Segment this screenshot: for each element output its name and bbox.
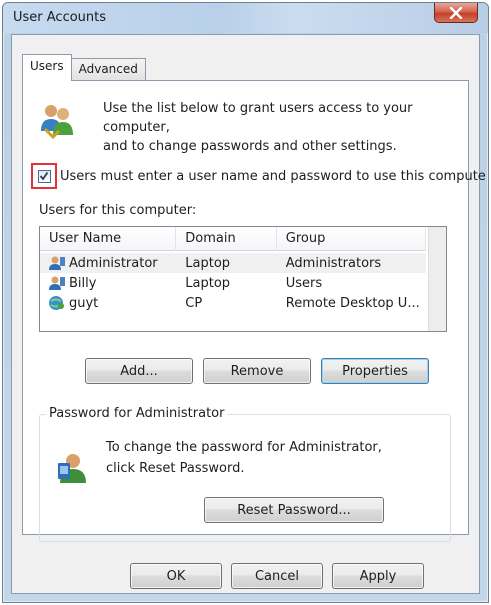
reset-password-button[interactable]: Reset Password... (204, 497, 384, 523)
checkbox-highlight (31, 163, 57, 189)
dialog-body: Users Advanced Use the list below to gra… (11, 34, 486, 594)
remove-user-button[interactable]: Remove (203, 358, 311, 384)
column-domain[interactable]: Domain (176, 227, 277, 251)
user-group: Administrators (285, 255, 382, 271)
user-password-icon (58, 454, 86, 483)
network-user-icon (49, 296, 64, 310)
tab-strip: Users Advanced (22, 54, 146, 81)
add-user-button[interactable]: Add... (85, 358, 193, 384)
cancel-button[interactable]: Cancel (231, 563, 323, 589)
user-name: Billy (69, 275, 97, 291)
user-name: Administrator (69, 255, 158, 271)
must-login-row: Users must enter a user name and passwor… (31, 163, 486, 189)
users-list-header: User Name Domain Group (40, 227, 426, 251)
properties-button[interactable]: Properties (321, 358, 429, 384)
cell-user-name: Administrator (40, 255, 176, 271)
apply-button[interactable]: Apply (332, 563, 424, 589)
table-row[interactable]: Administrator Laptop Administrators (40, 253, 426, 273)
user-name: guyt (69, 295, 99, 311)
user-icon (49, 276, 65, 290)
password-groupbox: Password for Administrator To change the… (39, 406, 451, 542)
password-instructions: To change the password for Administrator… (106, 440, 382, 476)
user-group: Remote Desktop U... (285, 295, 420, 311)
list-scrollbar[interactable] (428, 227, 446, 331)
user-accounts-window: User Accounts Users Advanced Use the lis… (2, 2, 489, 603)
tab-advanced[interactable]: Advanced (70, 58, 146, 81)
title-bar[interactable]: User Accounts (3, 3, 488, 33)
table-row[interactable]: guyt CP Remote Desktop U... (40, 293, 426, 313)
close-button[interactable] (434, 3, 478, 23)
column-user-name[interactable]: User Name (40, 227, 177, 251)
cell-user-name: Billy (40, 275, 176, 291)
must-login-checkbox[interactable] (37, 169, 51, 183)
must-login-label[interactable]: Users must enter a user name and passwor… (60, 169, 486, 184)
users-icon (41, 105, 73, 139)
ok-button[interactable]: OK (130, 563, 222, 589)
user-domain: Laptop (185, 275, 231, 291)
user-domain: Laptop (185, 255, 231, 271)
checkmark-icon (39, 171, 49, 181)
tab-users[interactable]: Users (22, 54, 72, 81)
user-domain: CP (185, 295, 203, 311)
intro-text: Use the list below to grant users access… (103, 101, 413, 154)
close-icon (449, 6, 463, 19)
users-list-label: Users for this computer: (39, 203, 197, 218)
users-tab-panel: Use the list below to grant users access… (22, 80, 486, 542)
user-icon (49, 256, 65, 270)
window-title: User Accounts (13, 10, 107, 25)
password-group-title: Password for Administrator (46, 406, 228, 421)
user-group: Users (285, 275, 323, 291)
table-row[interactable]: Billy Laptop Users (40, 273, 426, 293)
users-list[interactable]: User Name Domain Group Administrator Lap… (39, 226, 447, 332)
cell-user-name: guyt (40, 295, 176, 311)
column-group[interactable]: Group (277, 227, 426, 251)
